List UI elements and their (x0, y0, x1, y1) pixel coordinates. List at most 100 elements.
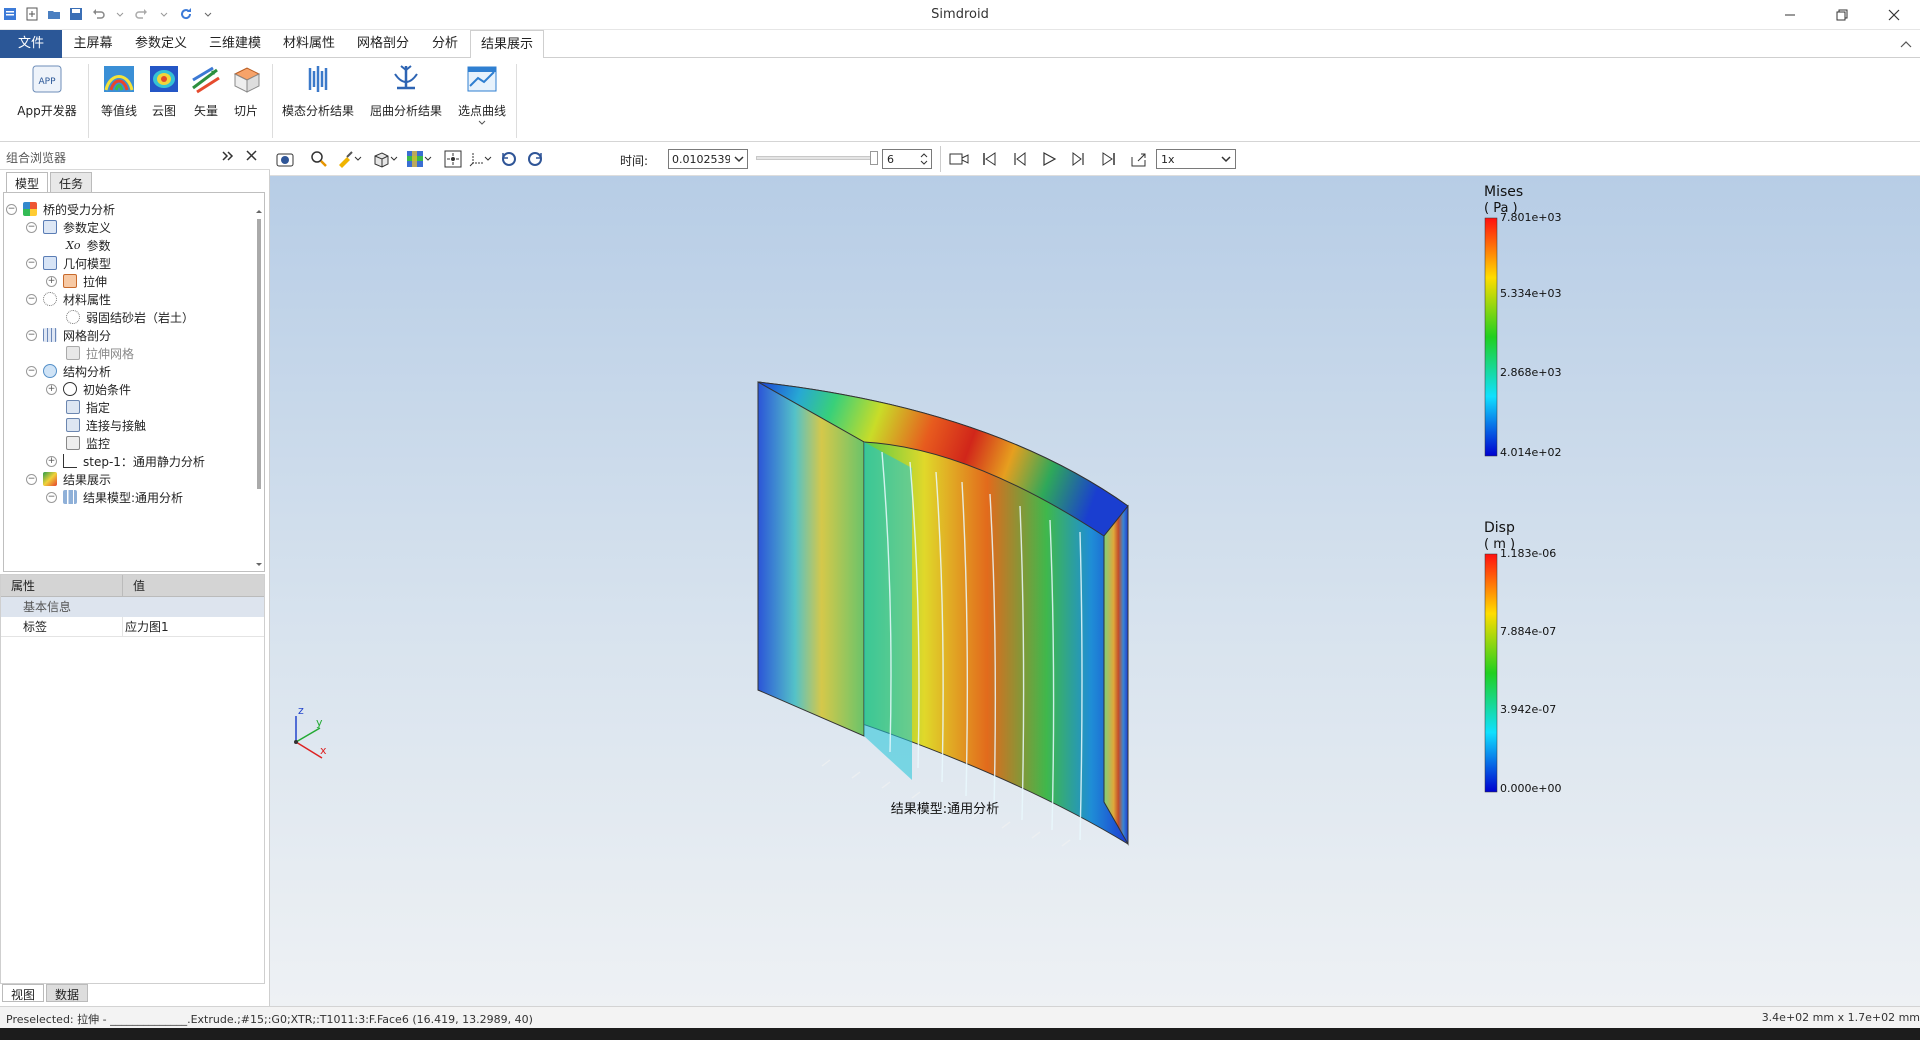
contour-lines-button[interactable]: 等值线 (98, 62, 140, 119)
tree-item-assign[interactable]: 指定 (66, 397, 110, 417)
tab-materials[interactable]: 材料属性 (272, 30, 346, 58)
result-plot[interactable] (270, 176, 1920, 1006)
zoom-select-icon[interactable] (308, 148, 330, 170)
display-mode-dropdown-icon[interactable] (422, 148, 434, 170)
tab-data[interactable]: 数据 (46, 984, 89, 1002)
3d-viewport[interactable]: Mises ( Pa ) 7.801e+03 5.334e+03 2.868e+… (270, 176, 1920, 1006)
slice-button[interactable]: 切片 (228, 62, 264, 119)
last-frame-icon[interactable] (1098, 148, 1120, 170)
tree-item-contact[interactable]: 连接与接触 (66, 415, 146, 435)
tree-item-sandstone[interactable]: 弱固结砂岩（岩土） (66, 307, 194, 327)
tree-item-result-model[interactable]: − 结果模型:通用分析 (46, 487, 183, 507)
tab-results[interactable]: 结果展示 (470, 30, 544, 59)
first-frame-icon[interactable] (978, 148, 1000, 170)
tree-scrollbar[interactable] (256, 209, 262, 569)
modal-results-button[interactable]: 模态分析结果 (280, 62, 356, 119)
tree-item-params[interactable]: Xo 参数 (66, 235, 110, 255)
app-developer-label: App开发器 (17, 104, 77, 118)
screenshot-camera-icon[interactable] (274, 148, 296, 170)
tab-model[interactable]: 模型 (6, 172, 49, 192)
property-header: 属性 值 (1, 575, 264, 597)
cloud-map-button[interactable]: 云图 (146, 62, 182, 119)
frame-stepper[interactable]: 6 (882, 149, 932, 169)
tab-parameters[interactable]: 参数定义 (124, 30, 198, 58)
tree-label: 连接与接触 (86, 418, 147, 433)
tree-label: 指定 (86, 400, 111, 415)
buckling-results-button[interactable]: 屈曲分析结果 (366, 62, 446, 119)
next-frame-icon[interactable] (1068, 148, 1090, 170)
tree-item-materials[interactable]: − 材料属性 (26, 289, 111, 309)
tab-meshing[interactable]: 网格剖分 (346, 30, 420, 58)
axis-y-label: y (316, 716, 323, 729)
window-controls (1764, 0, 1920, 30)
brush-dropdown-icon[interactable] (352, 148, 364, 170)
axis-orient-dropdown-icon[interactable] (482, 148, 494, 170)
collapse-icon[interactable]: − (26, 293, 37, 305)
restore-icon[interactable] (1816, 0, 1868, 30)
tree-item-initial-conditions[interactable]: + 初始条件 (46, 379, 131, 399)
tree-item-monitor[interactable]: 监控 (66, 433, 110, 453)
collapse-icon[interactable]: − (26, 365, 37, 377)
disp-tick-label: 0.000e+00 (1500, 782, 1562, 795)
collapse-icon[interactable]: − (26, 221, 37, 233)
vector-button[interactable]: 矢量 (188, 62, 224, 119)
tab-home[interactable]: 主屏幕 (62, 30, 124, 58)
tree-item-step-1[interactable]: + step-1：通用静力分析 (46, 451, 205, 471)
speed-select[interactable]: 1x (1156, 149, 1236, 169)
tree-label: 结果展示 (63, 472, 112, 487)
tree-item-bridge-analysis[interactable]: − 桥的受力分析 (6, 199, 115, 219)
record-video-icon[interactable] (948, 148, 970, 170)
view-cube-dropdown-icon[interactable] (388, 148, 400, 170)
tab-3d-modeling[interactable]: 三维建模 (198, 30, 272, 58)
tree-item-structural[interactable]: − 结构分析 (26, 361, 111, 381)
expand-icon[interactable]: + (46, 455, 57, 467)
tree-item-meshing[interactable]: − 网格剖分 (26, 325, 111, 345)
model-tree: − 桥的受力分析 − 参数定义 Xo 参数 − 几何模型 + 拉伸 − 材料属性 弱固结砂岩… (3, 192, 265, 572)
point-curve-button[interactable]: 选点曲线 (454, 62, 510, 127)
property-value[interactable]: 应力图1 (123, 617, 169, 636)
rotate-right-icon[interactable] (524, 148, 546, 170)
tab-analysis[interactable]: 分析 (420, 30, 470, 58)
mesh-icon (66, 346, 80, 360)
collapse-icon[interactable]: − (6, 203, 17, 215)
tree-item-param-def[interactable]: − 参数定义 (26, 217, 111, 237)
time-slider[interactable] (756, 156, 876, 160)
time-dropdown-icon[interactable] (734, 156, 744, 164)
tree-item-extrude[interactable]: + 拉伸 (46, 271, 107, 291)
tree-item-geometry[interactable]: − 几何模型 (26, 253, 111, 273)
dock-arrows-icon[interactable] (222, 150, 234, 165)
time-label: 时间: (620, 154, 649, 168)
export-animation-icon[interactable] (1128, 148, 1150, 170)
minimize-icon[interactable] (1764, 0, 1816, 30)
point-curve-dropdown-icon[interactable] (477, 119, 487, 127)
previous-frame-icon[interactable] (1008, 148, 1030, 170)
close-window-icon[interactable] (1868, 0, 1920, 30)
tree-item-extrude-mesh[interactable]: 拉伸网格 (66, 343, 134, 363)
play-icon[interactable] (1038, 148, 1060, 170)
app-developer-button[interactable]: APP App开发器 (12, 62, 82, 119)
beam-right-end-face[interactable] (1103, 504, 1129, 846)
tree-label: 参数 (86, 238, 111, 253)
collapse-icon[interactable]: − (46, 491, 57, 503)
expand-icon[interactable]: + (46, 383, 57, 395)
tab-file[interactable]: 文件 (0, 30, 62, 58)
rotate-left-icon[interactable] (498, 148, 520, 170)
tab-view[interactable]: 视图 (2, 984, 45, 1002)
property-key: 标签 (1, 617, 123, 636)
collapse-icon[interactable]: − (26, 257, 37, 269)
speed-dropdown-icon[interactable] (1221, 156, 1231, 164)
stepper-arrows-icon[interactable] (920, 152, 928, 166)
disp-tick-label: 7.884e-07 (1500, 625, 1557, 638)
close-panel-icon[interactable] (246, 150, 257, 164)
fit-all-icon[interactable] (442, 148, 464, 170)
tree-item-results[interactable]: − 结果展示 (26, 469, 111, 489)
property-row-label[interactable]: 标签 应力图1 (1, 617, 264, 637)
collapse-icon[interactable]: − (26, 329, 37, 341)
beam-left-end-face[interactable] (757, 381, 865, 737)
collapse-ribbon-icon[interactable] (1900, 38, 1912, 52)
time-select[interactable]: 0.0102539 (668, 149, 748, 169)
tab-task[interactable]: 任务 (50, 172, 93, 192)
collapse-icon[interactable]: − (26, 473, 37, 485)
expand-icon[interactable]: + (46, 275, 57, 287)
time-slider-thumb[interactable] (870, 151, 878, 165)
